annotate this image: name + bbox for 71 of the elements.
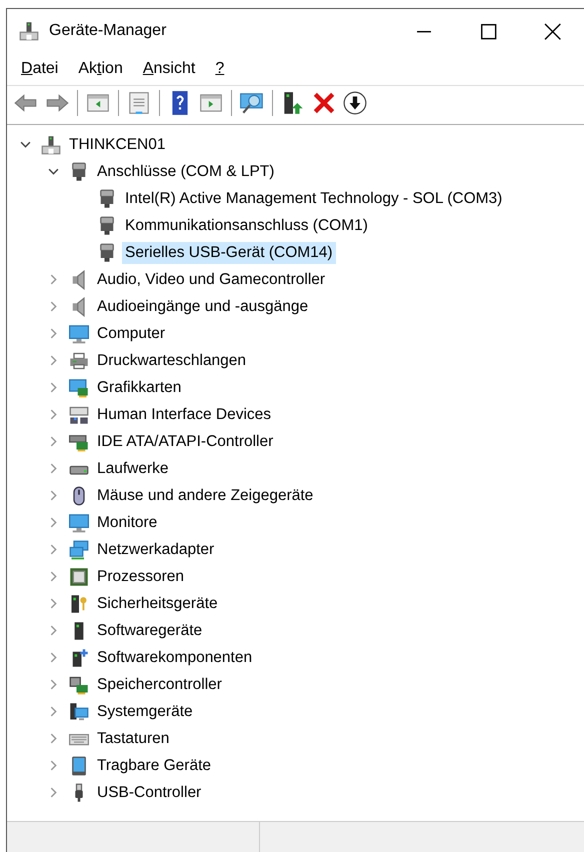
expand-chevron-icon[interactable] [48, 625, 59, 636]
delete-icon[interactable] [311, 90, 337, 116]
collapse-chevron-icon[interactable] [48, 166, 59, 177]
graphics-card-icon [69, 378, 89, 398]
tree-item[interactable]: Softwaregeräte [94, 620, 206, 642]
window-title: Geräte-Manager [49, 22, 166, 40]
tree-item[interactable]: USB-Controller [94, 782, 204, 804]
download-icon[interactable] [342, 90, 368, 116]
port-icon [97, 216, 117, 236]
port-icon [69, 162, 89, 182]
input-devices-icon [69, 404, 89, 424]
expand-chevron-icon[interactable] [48, 652, 59, 663]
tree-item[interactable]: IDE ATA/ATAPI-Controller [94, 430, 276, 452]
network-icon [69, 540, 89, 560]
tree-item[interactable]: Computer [94, 322, 168, 344]
expand-chevron-icon[interactable] [48, 571, 59, 582]
expand-chevron-icon[interactable] [48, 679, 59, 690]
expand-chevron-icon[interactable] [48, 544, 59, 555]
expand-chevron-icon[interactable] [48, 382, 59, 393]
expand-chevron-icon[interactable] [48, 463, 59, 474]
menu-item[interactable]: Aktion [78, 60, 123, 78]
tree-item[interactable]: Tastaturen [94, 728, 172, 750]
expand-chevron-icon[interactable] [48, 328, 59, 339]
computer-icon [19, 21, 39, 41]
tree-item[interactable]: Sicherheitsgeräte [94, 592, 221, 614]
key-device-icon [69, 594, 89, 614]
chip-icon [69, 566, 89, 586]
system-icon [69, 702, 89, 722]
tree-item[interactable]: Human Interface Devices [94, 404, 274, 426]
tablet-icon [69, 756, 89, 776]
tree-item[interactable]: Anschlüsse (COM & LPT) [94, 160, 278, 182]
expand-chevron-icon[interactable] [48, 733, 59, 744]
tree-item[interactable]: Speichercontroller [94, 674, 225, 696]
tree-item[interactable]: Kommunikationsanschluss (COM1) [122, 214, 371, 236]
monitor-icon [69, 512, 89, 532]
expand-chevron-icon[interactable] [48, 490, 59, 501]
tree-item[interactable]: Prozessoren [94, 566, 188, 588]
expand-chevron-icon[interactable] [48, 517, 59, 528]
storage-controller-icon [69, 674, 89, 694]
printer-icon [69, 350, 89, 370]
computer-icon [41, 134, 61, 154]
tree-item[interactable]: Softwarekomponenten [94, 646, 256, 668]
menu-item[interactable]: Datei [21, 60, 58, 78]
tree-item[interactable]: Mäuse und andere Zeigegeräte [94, 484, 316, 506]
menu-item[interactable]: Ansicht [142, 60, 196, 78]
collapse-chevron-icon[interactable] [20, 139, 31, 150]
tree-item[interactable]: Intel(R) Active Management Technology - SOL (COM3) [122, 188, 506, 210]
tree-item[interactable]: Audio, Video und Gamecontroller [94, 268, 328, 290]
tree-item[interactable]: THINKCEN01 [66, 134, 168, 156]
expand-chevron-icon[interactable] [48, 706, 59, 717]
tree-item[interactable]: Systemgeräte [94, 700, 196, 722]
tree-item[interactable]: Netzwerkadapter [94, 538, 218, 560]
menu-item[interactable]: ? [215, 60, 224, 78]
expand-chevron-icon[interactable] [48, 787, 59, 798]
port-icon [97, 242, 117, 262]
tree-item[interactable]: Audioeingänge und -ausgänge [94, 296, 312, 318]
tree-item[interactable]: Tragbare Geräte [94, 754, 214, 776]
tree-item[interactable]: Laufwerke [94, 458, 172, 480]
expand-chevron-icon[interactable] [48, 274, 59, 285]
expand-chevron-icon[interactable] [48, 409, 59, 420]
tree-item[interactable]: Druckwarteschlangen [94, 350, 250, 372]
expand-chevron-icon[interactable] [48, 436, 59, 447]
expand-chevron-icon[interactable] [48, 598, 59, 609]
tree-item[interactable]: Monitore [94, 512, 160, 534]
port-icon [97, 188, 117, 208]
expand-chevron-icon[interactable] [48, 301, 59, 312]
tree-item[interactable]: Serielles USB-Gerät (COM14) [122, 242, 336, 264]
expand-chevron-icon[interactable] [48, 355, 59, 366]
tree-item[interactable]: Grafikkarten [94, 376, 184, 398]
monitor-icon [69, 324, 89, 344]
expand-chevron-icon[interactable] [48, 760, 59, 771]
